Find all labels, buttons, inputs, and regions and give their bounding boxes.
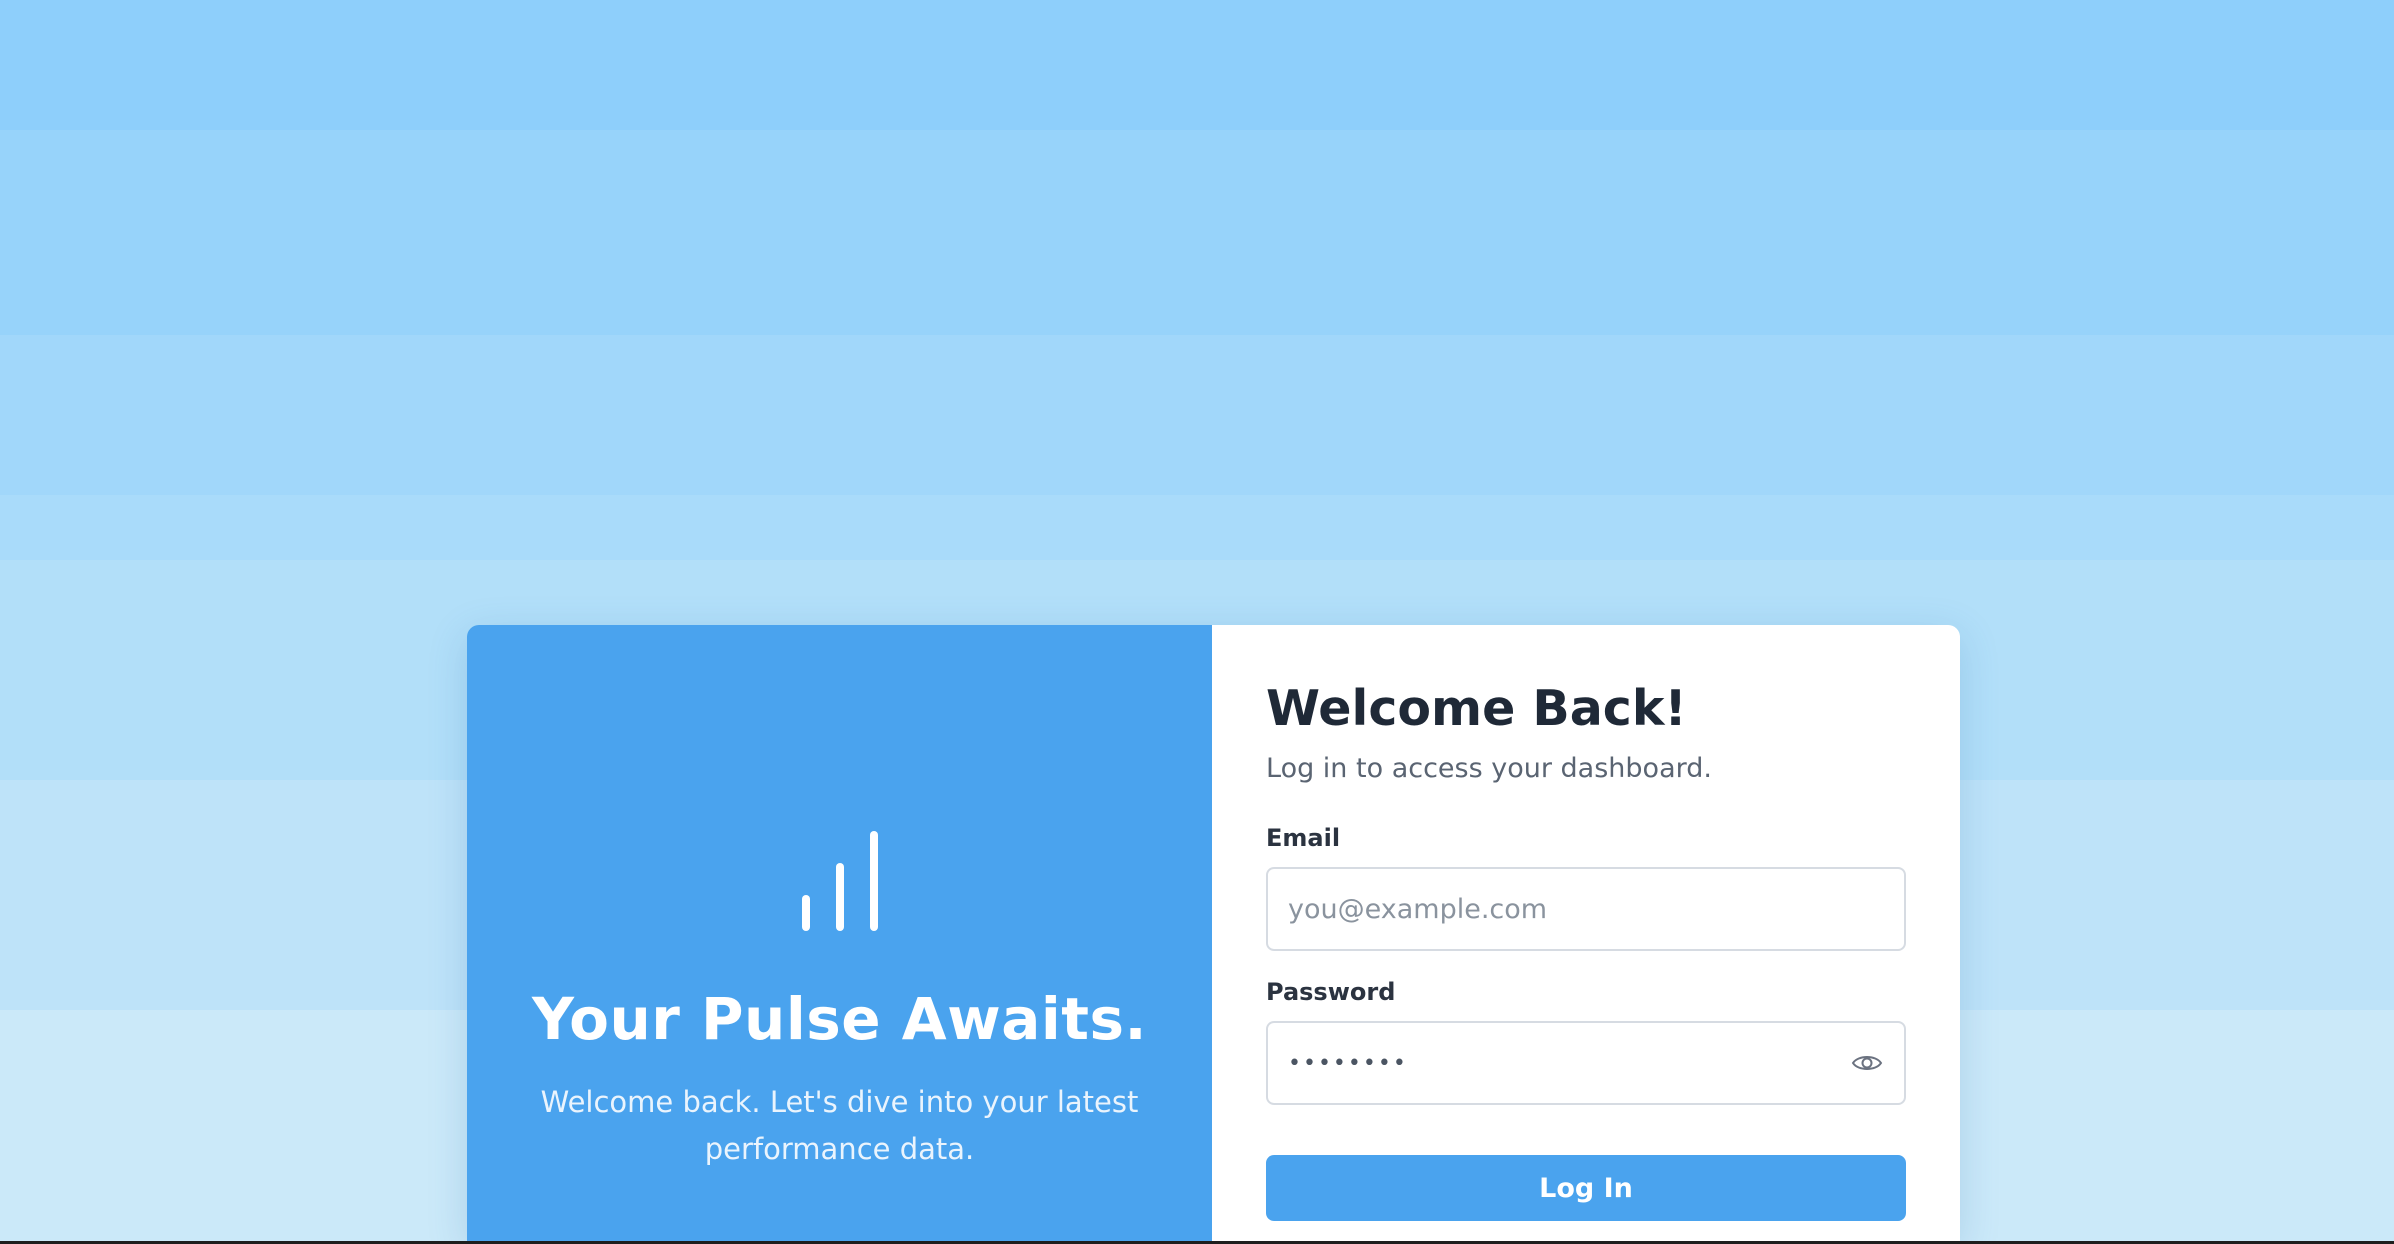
login-card: Your Pulse Awaits. Welcome back. Let's d… (467, 625, 1960, 1241)
signal-bars-icon (801, 831, 878, 931)
email-field-container (1266, 867, 1906, 951)
email-label: Email (1266, 824, 1341, 852)
hero-text: Welcome back. Let's dive into your lates… (540, 1085, 1139, 1166)
password-field-container (1266, 1021, 1906, 1105)
login-form: Welcome Back! Log in to access your dash… (1212, 625, 1960, 1241)
email-field[interactable] (1288, 893, 1884, 925)
form-title: Welcome Back! (1266, 680, 1687, 737)
form-subtitle: Log in to access your dashboard. (1266, 753, 1712, 784)
password-label: Password (1266, 978, 1396, 1006)
password-field[interactable] (1288, 1050, 1850, 1076)
hero-panel: Your Pulse Awaits. Welcome back. Let's d… (467, 625, 1212, 1241)
hero-title: Your Pulse Awaits. (531, 985, 1148, 1053)
eye-icon[interactable] (1850, 1051, 1884, 1075)
login-button[interactable]: Log In (1266, 1155, 1906, 1221)
